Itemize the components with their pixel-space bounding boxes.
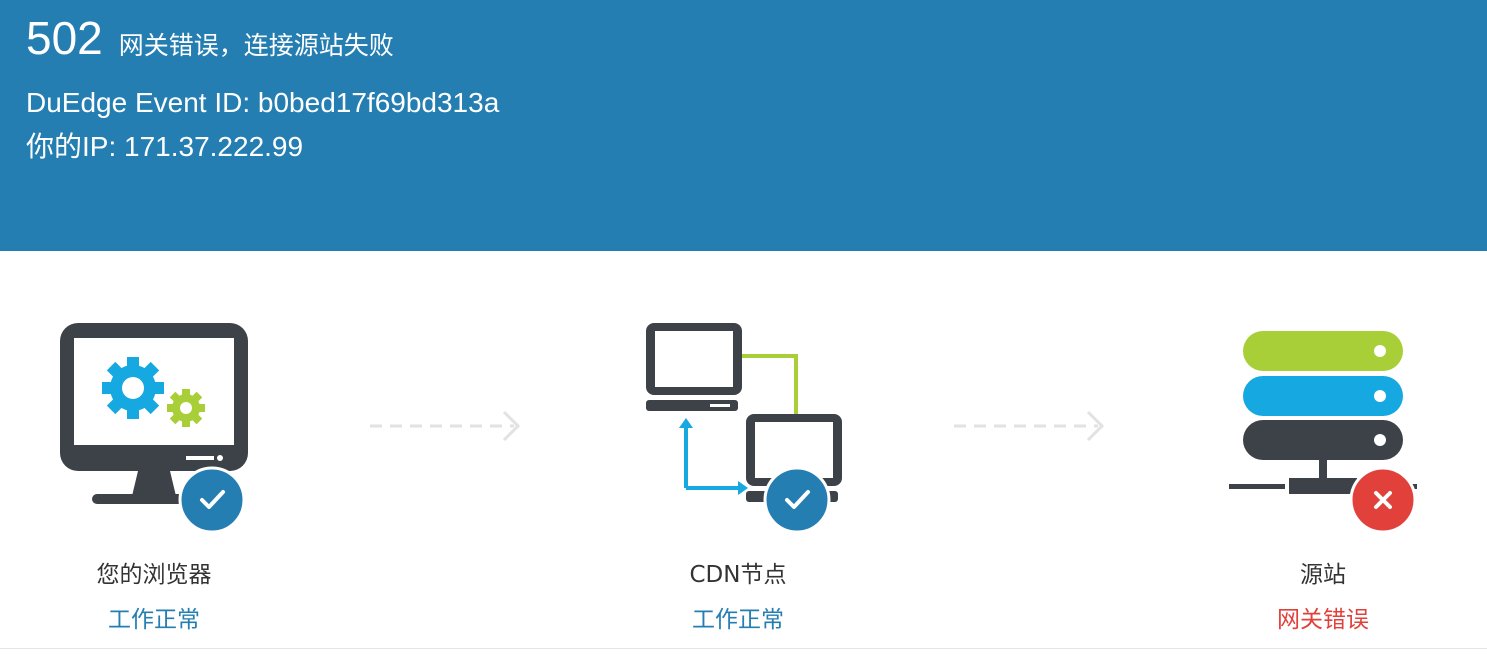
cdn-network-icon bbox=[646, 323, 842, 534]
step-origin-label: 源站 bbox=[1300, 562, 1346, 588]
error-header: 502 网关错误，连接源站失败 DuEdge Event ID: b0bed17… bbox=[0, 0, 1487, 251]
error-code: 502 bbox=[26, 12, 103, 64]
browser-monitor-icon bbox=[60, 323, 248, 534]
check-icon bbox=[763, 466, 831, 534]
step-browser-status: 工作正常 bbox=[108, 607, 200, 633]
server-stack-icon bbox=[1229, 331, 1417, 534]
divider bbox=[0, 648, 1487, 649]
error-message: 网关错误，连接源站失败 bbox=[118, 31, 394, 60]
step-cdn bbox=[618, 318, 858, 538]
dashed-arrow-icon bbox=[370, 410, 521, 442]
step-browser bbox=[34, 318, 274, 538]
client-ip: 你的IP: 171.37.222.99 bbox=[26, 131, 304, 162]
close-icon bbox=[1349, 466, 1417, 534]
step-origin-status: 网关错误 bbox=[1277, 607, 1369, 633]
step-origin bbox=[1203, 318, 1443, 538]
event-id: DuEdge Event ID: b0bed17f69bd313a bbox=[26, 87, 500, 118]
title-row: 502 网关错误，连接源站失败 bbox=[26, 12, 394, 72]
step-browser-label: 您的浏览器 bbox=[96, 562, 212, 588]
step-cdn-label: CDN节点 bbox=[689, 562, 787, 588]
step-cdn-status: 工作正常 bbox=[692, 607, 784, 633]
check-icon bbox=[178, 466, 246, 534]
dashed-arrow-icon bbox=[954, 410, 1105, 442]
